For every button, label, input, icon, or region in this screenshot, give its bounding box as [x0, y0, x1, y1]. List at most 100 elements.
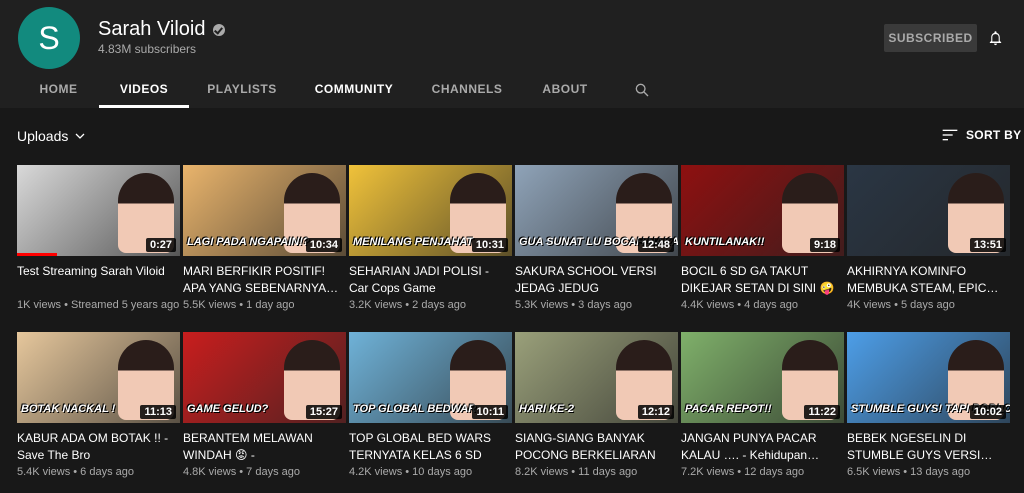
channel-header: S Sarah Viloid 4.83M subscribers SUBSCRI…	[0, 0, 1024, 108]
video-title[interactable]: SAKURA SCHOOL VERSI JEDAG JEDUG	[515, 263, 675, 297]
search-icon[interactable]	[634, 82, 650, 98]
video-thumbnail[interactable]: GAME GELUD? 15:27	[183, 332, 346, 423]
video-card[interactable]: TOP GLOBAL BEDWAR 10:11 TOP GLOBAL BED WAR…	[349, 332, 512, 478]
video-title[interactable]: AKHIRNYA KOMINFO MEMBUKA STEAM, EPIC…	[847, 263, 1007, 297]
video-thumbnail[interactable]: KUNTILANAK!! 9:18	[681, 165, 844, 256]
video-duration: 10:02	[969, 405, 1006, 419]
chevron-down-icon	[75, 133, 85, 139]
video-thumbnail[interactable]: TOP GLOBAL BEDWAR 10:11	[349, 332, 512, 423]
video-card[interactable]: LAGI PADA NGAPAIN!? 10:34 MARI BERFIKIR PO…	[183, 165, 346, 311]
video-thumbnail[interactable]: PACAR REPOT!! 11:22	[681, 332, 844, 423]
meta-separator: •	[891, 299, 901, 311]
video-meta: 3.2K views • 2 days ago	[349, 299, 512, 311]
channel-avatar[interactable]: S	[18, 7, 80, 69]
video-thumbnail[interactable]: MENILANG PENJAHAT 10:31	[349, 165, 512, 256]
tab-about[interactable]: ABOUT	[542, 72, 587, 106]
thumbnail-caption: BOTAK NACKAL !	[21, 403, 116, 415]
video-card[interactable]: HARI KE-2 12:12 SIANG-SIANG BANYAK POCONG …	[515, 332, 678, 478]
video-meta: 4.4K views • 4 days ago	[681, 299, 844, 311]
video-title[interactable]: KABUR ADA OM BOTAK !! - Save The Bro	[17, 430, 177, 464]
meta-separator: •	[900, 466, 911, 478]
video-card[interactable]: 0:27 Test Streaming Sarah Viloid 1K views …	[17, 165, 180, 311]
video-card[interactable]: STUMBLE GUYS! TAPI ROBLOX 10:02 BEBEK NGES…	[847, 332, 1010, 478]
video-duration: 12:12	[637, 405, 674, 419]
video-title[interactable]: MARI BERFIKIR POSITIF! APA YANG SEBENARN…	[183, 263, 343, 297]
video-card[interactable]: MENILANG PENJAHAT 10:31 SEHARIAN JADI POLI…	[349, 165, 512, 311]
video-duration: 10:11	[472, 405, 508, 419]
tab-channels[interactable]: CHANNELS	[432, 72, 502, 106]
video-thumbnail[interactable]: LAGI PADA NGAPAIN!? 10:34	[183, 165, 346, 256]
video-age: 1 day ago	[246, 299, 295, 311]
video-age: 6 days ago	[80, 466, 134, 478]
video-meta: 7.2K views • 12 days ago	[681, 466, 844, 478]
video-age: 10 days ago	[412, 466, 473, 478]
video-duration: 11:22	[804, 405, 840, 419]
video-views: 6.5K views	[847, 466, 901, 478]
meta-separator: •	[568, 299, 579, 311]
video-duration: 10:31	[471, 238, 508, 252]
video-meta: 8.2K views • 11 days ago	[515, 466, 678, 478]
meta-separator: •	[568, 466, 579, 478]
video-thumbnail[interactable]: 13:51	[847, 165, 1010, 256]
video-card[interactable]: 13:51 AKHIRNYA KOMINFO MEMBUKA STEAM, EPI…	[847, 165, 1010, 311]
thumbnail-caption: MENILANG PENJAHAT	[353, 236, 474, 248]
video-thumbnail[interactable]: BOTAK NACKAL ! 11:13	[17, 332, 180, 423]
video-title[interactable]: BEBEK NGESELIN DI STUMBLE GUYS VERSI…	[847, 430, 1007, 464]
channel-tabs: HOME VIDEOS PLAYLISTS COMMUNITY CHANNELS…	[0, 72, 1024, 108]
video-thumbnail[interactable]: 0:27	[17, 165, 180, 256]
meta-separator: •	[61, 299, 71, 311]
meta-separator: •	[236, 466, 247, 478]
thumbnail-caption: LAGI PADA NGAPAIN!?	[187, 236, 310, 248]
video-title[interactable]: BERANTEM MELAWAN WINDAH 😡 - Troublemaker…	[183, 430, 343, 464]
video-age: 13 days ago	[910, 466, 971, 478]
video-thumbnail[interactable]: GUA SUNAT LU BOCAH NAKAL! 12:48	[515, 165, 678, 256]
video-card[interactable]: KUNTILANAK!! 9:18 BOCIL 6 SD GA TAKUT DIKE…	[681, 165, 844, 311]
video-duration: 13:51	[969, 238, 1006, 252]
video-age: 5 days ago	[901, 299, 955, 311]
video-duration: 11:13	[140, 405, 176, 419]
tab-videos[interactable]: VIDEOS	[99, 72, 189, 108]
video-meta: 5.5K views • 1 day ago	[183, 299, 346, 311]
video-views: 5.3K views	[515, 299, 569, 311]
subscribed-button[interactable]: SUBSCRIBED	[884, 24, 977, 52]
sort-by-button[interactable]: SORT BY	[942, 128, 1021, 142]
video-title[interactable]: Test Streaming Sarah Viloid	[17, 263, 177, 297]
tab-playlists[interactable]: PLAYLISTS	[207, 72, 276, 106]
video-views: 3.2K views	[349, 299, 403, 311]
uploads-dropdown[interactable]: Uploads	[17, 128, 86, 144]
video-age: 11 days ago	[578, 466, 638, 478]
video-title[interactable]: JANGAN PUNYA PACAR KALAU …. - Kehidupan…	[681, 430, 841, 464]
video-card[interactable]: GUA SUNAT LU BOCAH NAKAL! 12:48 SAKURA SCH…	[515, 165, 678, 311]
video-title[interactable]: SEHARIAN JADI POLISI - Car Cops Game	[349, 263, 509, 297]
video-thumbnail[interactable]: STUMBLE GUYS! TAPI ROBLOX 10:02	[847, 332, 1010, 423]
video-views: 5.5K views	[183, 299, 237, 311]
video-age: 12 days ago	[744, 466, 805, 478]
video-views: 4.4K views	[681, 299, 735, 311]
video-card[interactable]: BOTAK NACKAL ! 11:13 KABUR ADA OM BOTAK !!…	[17, 332, 180, 478]
meta-separator: •	[734, 299, 745, 311]
tab-community[interactable]: COMMUNITY	[315, 72, 393, 106]
bell-icon[interactable]	[987, 28, 1004, 48]
video-duration: 10:34	[305, 238, 342, 252]
video-thumbnail[interactable]: HARI KE-2 12:12	[515, 332, 678, 423]
video-card[interactable]: PACAR REPOT!! 11:22 JANGAN PUNYA PACAR KAL…	[681, 332, 844, 478]
video-title[interactable]: TOP GLOBAL BED WARS TERNYATA KELAS 6 SD …	[349, 430, 509, 464]
video-title[interactable]: BOCIL 6 SD GA TAKUT DIKEJAR SETAN DI SIN…	[681, 263, 841, 297]
video-meta: 1K views • Streamed 5 years ago	[17, 299, 180, 311]
video-card[interactable]: GAME GELUD? 15:27 BERANTEM MELAWAN WINDAH …	[183, 332, 346, 478]
sort-by-label: SORT BY	[966, 128, 1022, 142]
video-title[interactable]: SIANG-SIANG BANYAK POCONG BERKELIARAN -…	[515, 430, 675, 464]
channel-name-row: Sarah Viloid	[98, 18, 226, 41]
video-meta: 5.3K views • 3 days ago	[515, 299, 678, 311]
meta-separator: •	[734, 466, 745, 478]
uploads-label: Uploads	[17, 128, 69, 144]
tab-home[interactable]: HOME	[40, 72, 78, 106]
thumbnail-caption: HARI KE-2	[519, 403, 575, 415]
video-age: 3 days ago	[578, 299, 632, 311]
thumbnail-caption: TOP GLOBAL BEDWAR	[353, 403, 477, 415]
video-views: 4.2K views	[349, 466, 403, 478]
video-views: 1K views	[17, 299, 62, 311]
video-views: 4K views	[847, 299, 892, 311]
video-duration: 15:27	[305, 405, 342, 419]
thumbnail-caption: KUNTILANAK!!	[685, 236, 765, 248]
